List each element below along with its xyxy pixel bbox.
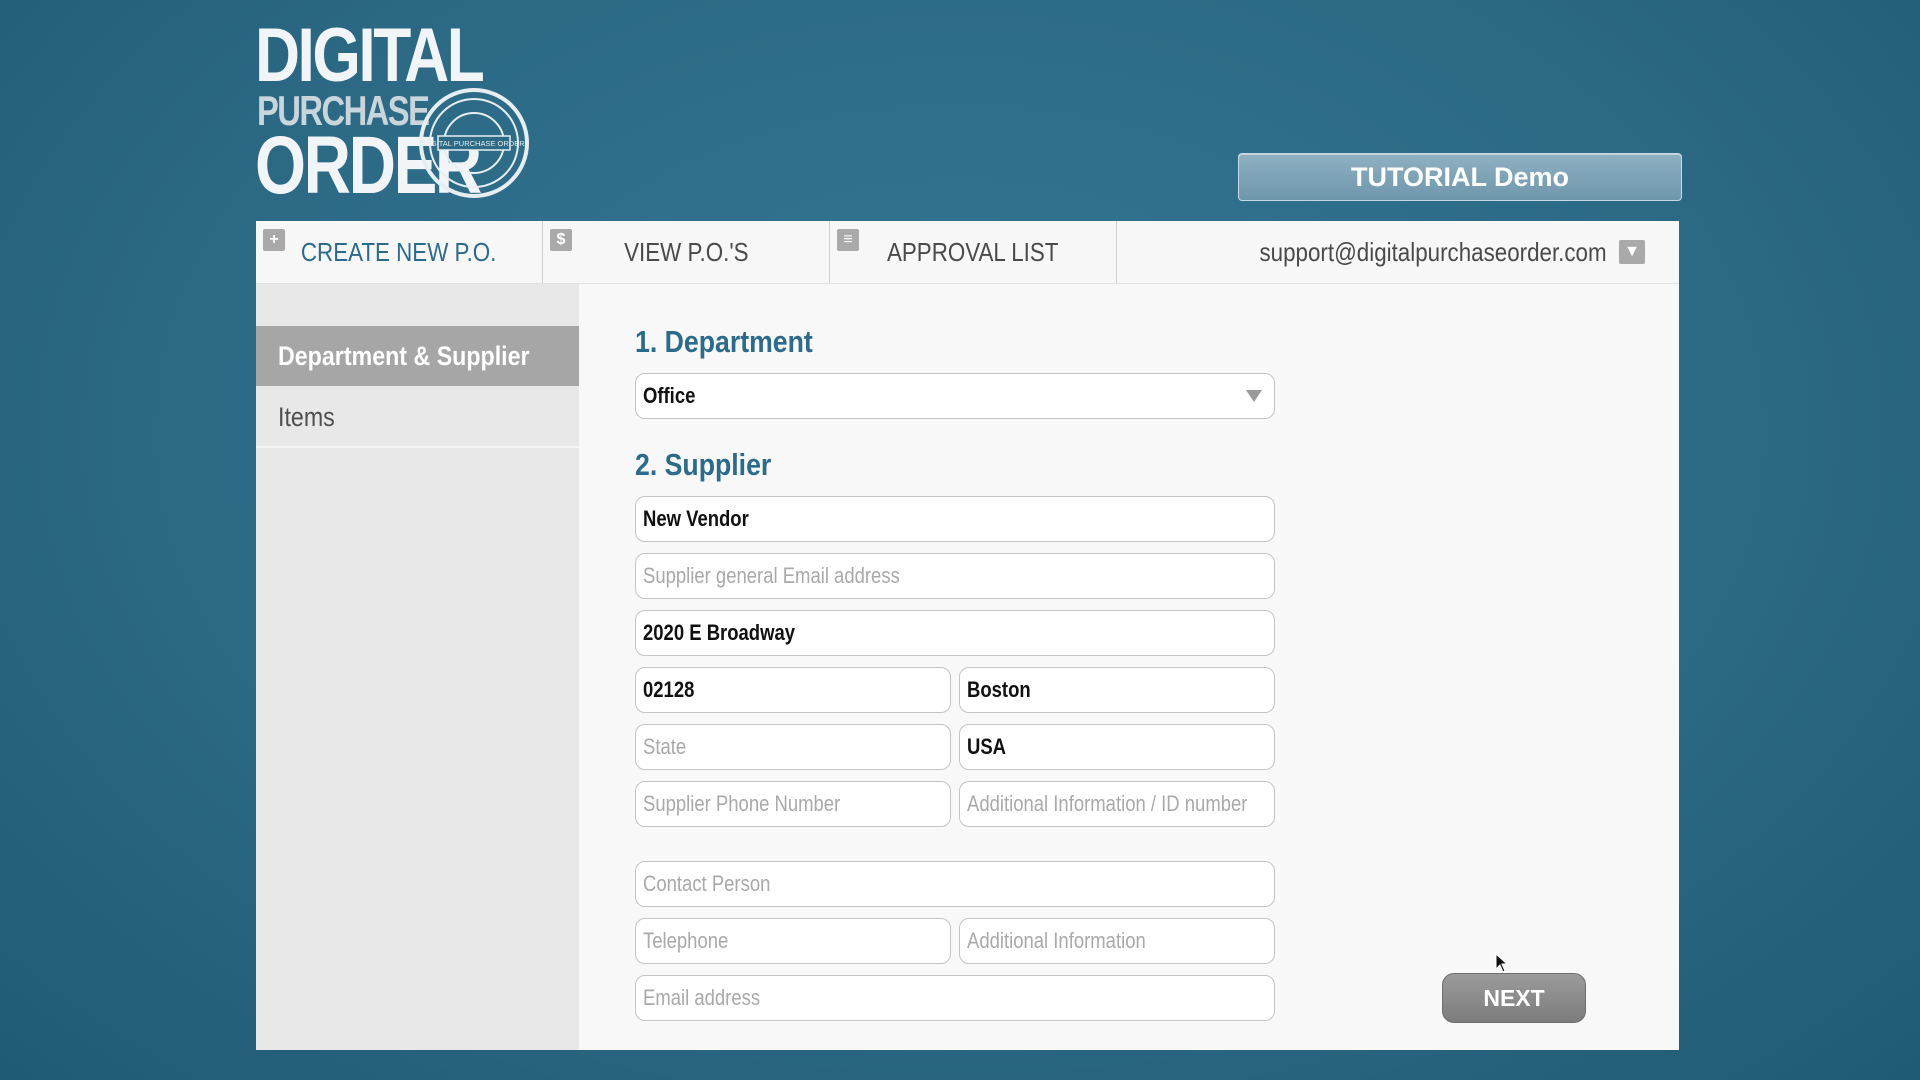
form-panel: 1. Department Office 2. Supplier New Ven… [579, 284, 1679, 1050]
logo-seal-icon: DIGITAL PURCHASE ORDER [419, 88, 529, 198]
list-icon: ≡ [837, 229, 859, 251]
supplier-city-value: Boston [967, 677, 1031, 702]
supplier-address-value: 2020 E Broadway [643, 620, 796, 645]
mouse-cursor-icon [1495, 953, 1509, 973]
chevron-down-icon[interactable]: ▼ [1619, 240, 1645, 264]
supplier-email-placeholder: Supplier general Email address [643, 563, 900, 588]
supplier-country-field[interactable]: USA [959, 724, 1275, 770]
tutorial-demo-button[interactable]: TUTORIAL Demo [1238, 153, 1682, 201]
contact-telephone-placeholder: Telephone [643, 928, 729, 953]
sidebar-item-label: Items [278, 401, 335, 432]
department-title: 1. Department [635, 324, 813, 359]
tab-approval-list[interactable]: ≡ APPROVAL LIST [830, 221, 1117, 283]
user-email: support@digitalpurchaseorder.com [1259, 236, 1607, 267]
supplier-zip-value: 02128 [643, 677, 695, 702]
next-button[interactable]: NEXT [1442, 973, 1586, 1023]
supplier-additional-id-placeholder: Additional Information / ID number [967, 791, 1248, 816]
supplier-email-field[interactable]: Supplier general Email address [635, 553, 1275, 599]
supplier-title: 2. Supplier [635, 447, 772, 482]
supplier-address-field[interactable]: 2020 E Broadway [635, 610, 1275, 656]
dollar-icon: $ [550, 229, 572, 251]
supplier-country-value: USA [967, 734, 1007, 759]
contact-person-field[interactable]: Contact Person [635, 861, 1275, 907]
supplier-state-placeholder: State [643, 734, 687, 759]
tab-view-pos[interactable]: $ VIEW P.O.'S [543, 221, 830, 283]
chevron-down-icon [1246, 390, 1262, 402]
supplier-additional-id-field[interactable]: Additional Information / ID number [959, 781, 1275, 827]
tab-label: CREATE NEW P.O. [301, 236, 497, 267]
supplier-phone-field[interactable]: Supplier Phone Number [635, 781, 951, 827]
department-selected: Office [643, 383, 696, 408]
supplier-name-value: New Vendor [643, 506, 749, 531]
contact-email-placeholder: Email address [643, 985, 761, 1010]
contact-email-field[interactable]: Email address [635, 975, 1275, 1021]
sidebar-item-label: Department & Supplier [278, 340, 530, 371]
tutorial-demo-label: TUTORIAL Demo [1350, 161, 1570, 192]
tab-label: APPROVAL LIST [887, 236, 1059, 267]
contact-additional-info-placeholder: Additional Information [967, 928, 1146, 953]
contact-person-placeholder: Contact Person [643, 871, 771, 896]
sidebar: Department & Supplier Items [256, 284, 579, 1050]
supplier-state-field[interactable]: State [635, 724, 951, 770]
supplier-zip-field[interactable]: 02128 [635, 667, 951, 713]
top-nav: + CREATE NEW P.O. $ VIEW P.O.'S ≡ APPROV… [256, 221, 1679, 284]
plus-icon: + [263, 229, 285, 251]
sidebar-item-items[interactable]: Items [256, 388, 579, 448]
tab-label: VIEW P.O.'S [623, 236, 749, 267]
supplier-phone-placeholder: Supplier Phone Number [643, 791, 841, 816]
supplier-city-field[interactable]: Boston [959, 667, 1275, 713]
user-menu[interactable]: support@digitalpurchaseorder.com ▼ [1117, 221, 1679, 283]
contact-telephone-field[interactable]: Telephone [635, 918, 951, 964]
seal-inner-text: DIGITAL PURCHASE ORDER [423, 139, 525, 148]
tab-create-new-po[interactable]: + CREATE NEW P.O. [256, 221, 543, 283]
contact-additional-info-field[interactable]: Additional Information [959, 918, 1275, 964]
app-logo: DIGITAL PURCHASE ORDER DIGITAL PURCHASE … [255, 13, 535, 207]
logo-digital: DIGITAL [255, 13, 485, 98]
next-label: NEXT [1483, 984, 1545, 1011]
supplier-name-field[interactable]: New Vendor [635, 496, 1275, 542]
sidebar-item-department-supplier[interactable]: Department & Supplier [256, 326, 579, 386]
department-select[interactable]: Office [635, 373, 1275, 419]
